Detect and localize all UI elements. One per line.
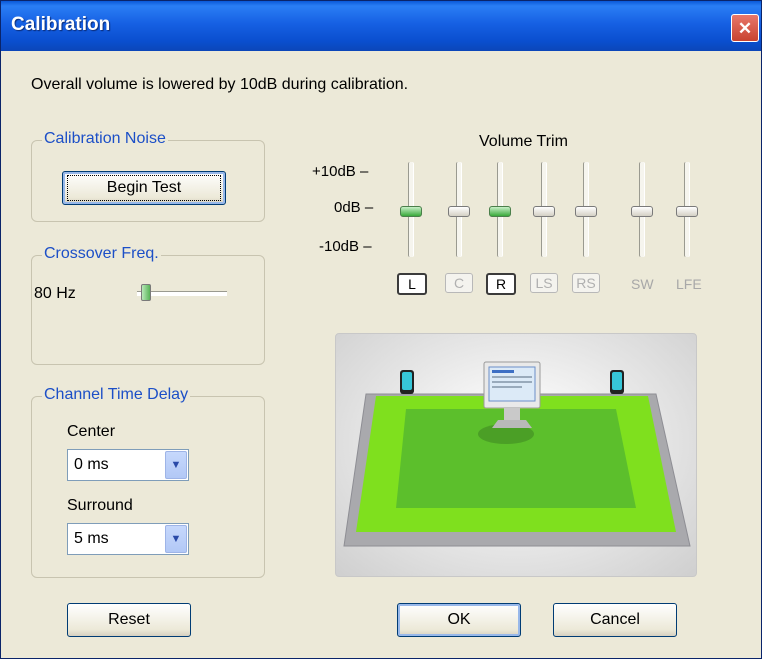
chevron-down-icon[interactable]: ▼ <box>165 525 187 553</box>
surround-delay-value: 5 ms <box>74 530 109 547</box>
title-bar[interactable]: Calibration ✕ <box>1 1 761 51</box>
tick-label: 0dB – <box>334 199 374 216</box>
calibration-dialog: Calibration ✕ Overall volume is lowered … <box>0 0 762 659</box>
reset-label: Reset <box>108 611 150 628</box>
channel-button-l[interactable]: L <box>397 273 427 295</box>
surround-delay-label: Surround <box>67 497 133 514</box>
channel-label-lfe: LFE <box>676 276 702 292</box>
dialog-body: Overall volume is lowered by 10dB during… <box>1 51 761 658</box>
channel-button-ls[interactable]: LS <box>530 273 558 293</box>
window-title: Calibration <box>11 14 111 35</box>
channel-button-c[interactable]: C <box>445 273 473 293</box>
room-illustration <box>343 361 691 547</box>
crossover-value: 80 Hz <box>34 285 76 302</box>
speaker-layout-image <box>335 333 697 577</box>
volume-slider-thumb-sw[interactable] <box>631 205 653 217</box>
close-icon: ✕ <box>737 18 753 38</box>
volume-slider-thumb-r[interactable] <box>489 205 511 217</box>
channel-button-rs[interactable]: RS <box>572 273 600 293</box>
channel-button-r[interactable]: R <box>486 273 516 295</box>
close-button[interactable]: ✕ <box>731 14 759 42</box>
volume-slider-thumb-lfe[interactable] <box>676 205 698 217</box>
crossover-slider-thumb[interactable] <box>141 284 152 301</box>
calibration-notice: Overall volume is lowered by 10dB during… <box>31 76 409 93</box>
cancel-label: Cancel <box>590 611 640 628</box>
reset-button[interactable]: Reset <box>67 603 191 637</box>
volume-trim-title: Volume Trim <box>479 133 568 150</box>
ok-label: OK <box>447 611 471 628</box>
tick-label: +10dB – <box>312 163 369 180</box>
volume-slider-thumb-c[interactable] <box>448 205 470 217</box>
focus-ring <box>67 175 221 201</box>
calibration-noise-title: Calibration Noise <box>42 130 168 148</box>
volume-slider-thumb-l[interactable] <box>400 205 422 217</box>
center-delay-value: 0 ms <box>74 456 109 473</box>
channel-time-delay-title: Channel Time Delay <box>42 386 191 404</box>
channel-label-sw: SW <box>631 276 654 292</box>
volume-slider-thumb-ls[interactable] <box>533 205 555 217</box>
tick-label: -10dB – <box>319 238 372 255</box>
begin-test-button[interactable]: Begin Test <box>62 171 226 205</box>
chevron-down-icon[interactable]: ▼ <box>165 451 187 479</box>
center-delay-label: Center <box>67 423 116 440</box>
volume-slider-thumb-rs[interactable] <box>575 205 597 217</box>
ok-button[interactable]: OK <box>397 603 521 637</box>
channel-time-delay-group: Channel Time Delay Center 0 ms ▼ Surroun… <box>31 386 265 578</box>
crossover-group: Crossover Freq. 80 Hz <box>31 245 265 365</box>
surround-delay-select[interactable]: 5 ms ▼ <box>67 523 189 555</box>
center-delay-select[interactable]: 0 ms ▼ <box>67 449 189 481</box>
crossover-title: Crossover Freq. <box>42 245 161 263</box>
calibration-noise-group: Calibration Noise Begin Test <box>31 130 265 222</box>
cancel-button[interactable]: Cancel <box>553 603 677 637</box>
